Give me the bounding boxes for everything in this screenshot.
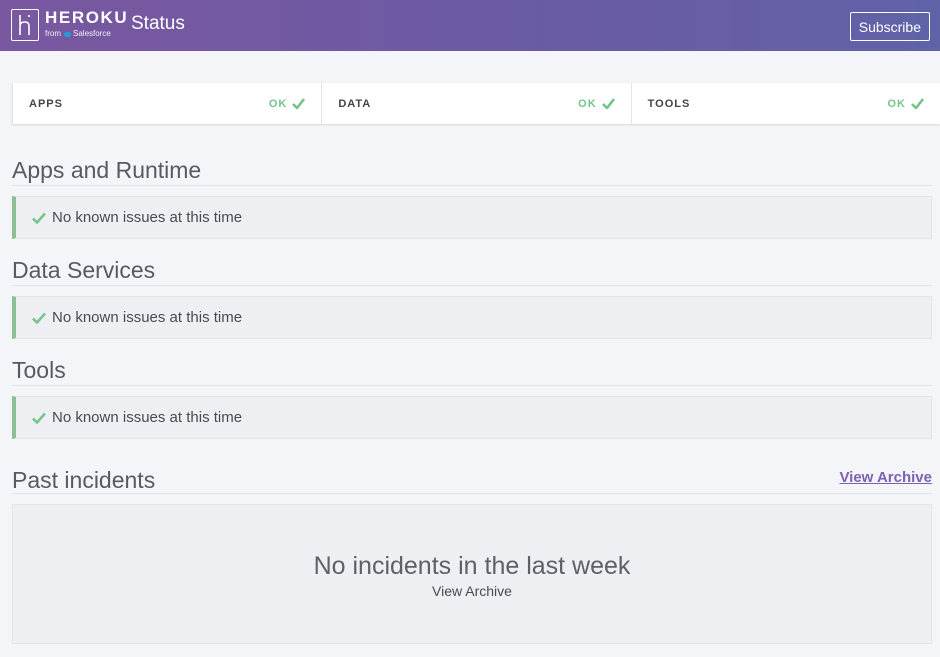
summary-label: TOOLS xyxy=(647,97,691,110)
section-past-incidents: Past incidents View Archive No incidents… xyxy=(12,464,932,644)
heroku-wordmark: HEROKU xyxy=(45,8,129,27)
summary-status-text: OK xyxy=(887,97,906,110)
summary-status: OK xyxy=(887,98,924,110)
summary-label: APPS xyxy=(29,97,63,110)
section-title: Tools xyxy=(12,358,932,386)
section-title: Data Services xyxy=(12,258,932,286)
past-incidents-header: Past incidents View Archive xyxy=(12,464,932,494)
checkmark-icon xyxy=(911,98,924,109)
summary-data[interactable]: DATA OK xyxy=(321,83,630,124)
section-data-services: Data Services No known issues at this ti… xyxy=(12,258,932,339)
incidents-empty-box: No incidents in the last week View Archi… xyxy=(12,504,932,644)
salesforce-cloud-icon xyxy=(64,31,71,37)
checkmark-icon xyxy=(32,312,46,324)
checkmark-icon xyxy=(292,98,306,109)
status-message: No known issues at this time xyxy=(52,309,243,326)
no-incidents-message: No incidents in the last week xyxy=(313,551,631,580)
status-message-box: No known issues at this time xyxy=(12,296,932,339)
summary-status: OK xyxy=(578,98,615,110)
status-message-box: No known issues at this time xyxy=(12,396,932,439)
section-tools: Tools No known issues at this time xyxy=(12,358,932,439)
status-summary: APPS OK DATA OK TOOLS OK xyxy=(12,83,940,124)
status-message: No known issues at this time xyxy=(52,409,243,426)
summary-status: OK xyxy=(269,98,306,110)
status-message: No known issues at this time xyxy=(52,209,243,226)
heroku-logo[interactable]: HEROKU from Salesforce xyxy=(11,9,128,41)
summary-status-text: OK xyxy=(578,97,597,110)
view-archive-link[interactable]: View Archive xyxy=(839,465,932,491)
summary-label: DATA xyxy=(338,97,372,110)
section-title: Past incidents xyxy=(12,467,156,493)
section-apps-runtime: Apps and Runtime No known issues at this… xyxy=(12,158,932,239)
summary-status-text: OK xyxy=(268,97,288,110)
logo-subtitle: from Salesforce xyxy=(45,28,128,40)
view-archive-secondary-link[interactable]: View Archive xyxy=(432,583,512,599)
checkmark-icon xyxy=(32,212,46,224)
section-title: Apps and Runtime xyxy=(12,158,932,186)
heroku-logo-icon xyxy=(11,9,39,41)
top-header: HEROKU from Salesforce Status Subscribe xyxy=(0,0,940,51)
checkmark-icon xyxy=(601,98,615,109)
status-message-box: No known issues at this time xyxy=(12,196,932,239)
summary-apps[interactable]: APPS OK xyxy=(12,83,321,124)
page-title: Status xyxy=(131,13,185,34)
logo-sub-from: from xyxy=(45,29,61,38)
subscribe-button[interactable]: Subscribe xyxy=(849,12,930,41)
checkmark-icon xyxy=(32,412,46,424)
summary-tools[interactable]: TOOLS OK xyxy=(630,83,940,124)
logo-sub-brand: Salesforce xyxy=(73,29,111,38)
